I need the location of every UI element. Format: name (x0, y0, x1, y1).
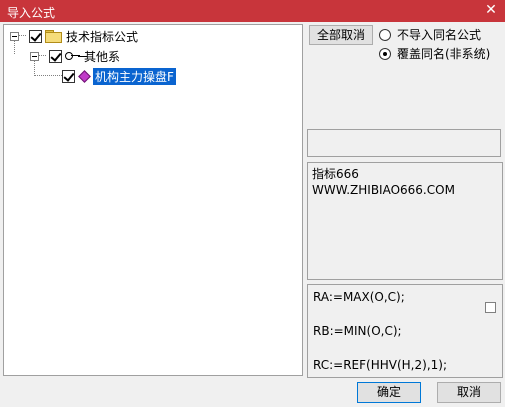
deselect-all-button[interactable]: 全部取消 (309, 25, 373, 45)
formula-description: 指标666 WWW.ZHIBIAO666.COM (307, 162, 503, 280)
formula-diamond-icon (79, 71, 89, 81)
tree-node-label: 其他系 (84, 49, 121, 64)
radio-skip-duplicates[interactable]: 不导入同名公式 (379, 26, 481, 43)
radio-overwrite-duplicates[interactable]: 覆盖同名(非系统) (379, 45, 490, 62)
tree-node-label: 机构主力操盘F (93, 67, 176, 85)
code-line: RB:=MIN(O,C); (313, 324, 402, 338)
radio-circle-selected[interactable] (379, 47, 391, 60)
radio-label: 覆盖同名(非系统) (397, 47, 491, 61)
tree-node-item[interactable]: 机构主力操盘F (62, 67, 176, 85)
collapse-icon[interactable] (30, 51, 39, 61)
radio-circle[interactable] (379, 28, 391, 41)
code-line: RA:=MAX(O,C); (313, 290, 405, 304)
tree-node-label: 技术指标公式 (66, 29, 139, 44)
checkbox-item[interactable] (62, 69, 75, 83)
cancel-button[interactable]: 取消 (437, 382, 501, 403)
checkbox-root[interactable] (29, 29, 42, 43)
title-bar: 导入公式 ✕ (0, 0, 505, 22)
ok-button[interactable]: 确定 (357, 382, 421, 403)
close-icon[interactable]: ✕ (483, 2, 499, 18)
collapse-icon[interactable] (10, 31, 19, 41)
window-title: 导入公式 (7, 6, 56, 20)
code-line: RC:=REF(HHV(H,2),1); (313, 358, 447, 372)
key-icon (65, 51, 81, 61)
formula-tree[interactable]: 技术指标公式 其他系 机构主力操盘F (3, 24, 303, 376)
description-line: WWW.ZHIBIAO666.COM (312, 183, 455, 197)
checkbox-group[interactable] (49, 49, 62, 63)
info-box (307, 129, 501, 157)
code-box-checkbox[interactable] (485, 302, 496, 313)
tree-node-root[interactable]: 技术指标公式 (10, 28, 138, 44)
tree-node-group[interactable]: 其他系 (30, 48, 120, 64)
formula-code[interactable]: RA:=MAX(O,C); RB:=MIN(O,C); RC:=REF(HHV(… (307, 284, 503, 378)
radio-label: 不导入同名公式 (397, 28, 482, 42)
folder-icon (45, 30, 62, 43)
tree-connector (34, 75, 62, 76)
description-line: 指标666 (312, 167, 359, 181)
